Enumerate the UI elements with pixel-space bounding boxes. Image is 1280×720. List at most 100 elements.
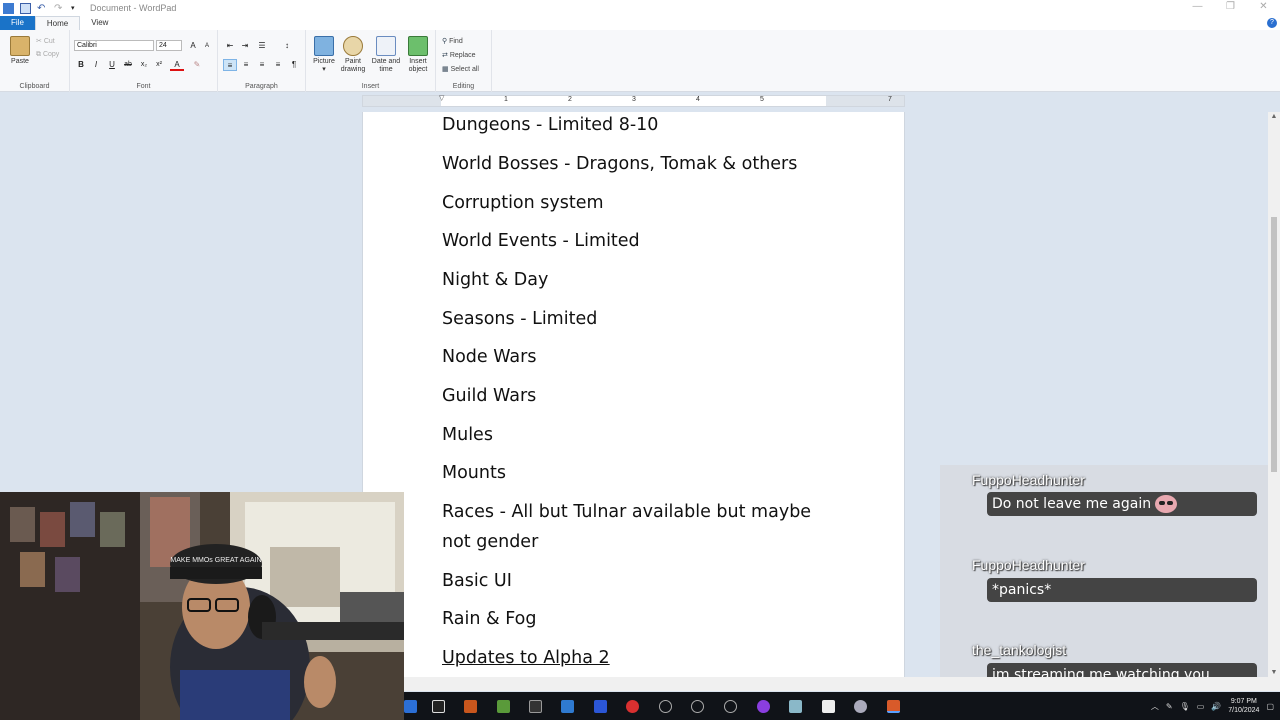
customize-toolbar-icon[interactable]: ▾ [71, 3, 82, 14]
redo-icon[interactable]: ↷ [54, 3, 65, 14]
justify-icon[interactable]: ≡ [271, 59, 285, 71]
blush-emote-icon [1155, 495, 1178, 513]
doc-line[interactable]: Corruption system [442, 193, 604, 213]
increase-indent-icon[interactable]: ⇥ [238, 40, 252, 52]
app-icon-discord[interactable] [659, 700, 672, 713]
tab-home[interactable]: Home [34, 16, 81, 30]
superscript-icon[interactable]: x² [152, 59, 166, 71]
doc-line[interactable]: Node Wars [442, 347, 536, 367]
ruler-number: 5 [760, 96, 764, 103]
ruler[interactable]: 1 2 3 4 5 7 ▽ [362, 95, 905, 107]
doc-line[interactable]: Rain & Fog [442, 609, 536, 629]
tray-pen-icon[interactable]: ✎ [1166, 702, 1173, 711]
text-color-icon[interactable]: A [170, 59, 184, 71]
tray-network-icon[interactable]: ▭ [1197, 702, 1205, 711]
app-icon-recorder[interactable] [626, 700, 639, 713]
save-icon[interactable] [20, 2, 31, 14]
underline-icon[interactable]: U [105, 59, 119, 71]
tray-volume-icon[interactable]: 🔊 [1211, 702, 1221, 711]
app-icon-mail[interactable] [561, 700, 574, 713]
help-icon[interactable]: ? [1267, 18, 1277, 28]
paste-button[interactable]: Paste [4, 36, 36, 66]
app-icon-twitch-obs[interactable] [757, 700, 770, 713]
app-icon-edge[interactable] [404, 700, 417, 713]
select-all-icon: ▦ [442, 66, 449, 73]
italic-icon[interactable]: I [89, 59, 103, 71]
app-icon-terminal[interactable] [432, 700, 445, 713]
doc-line[interactable]: World Events - Limited [442, 231, 640, 251]
subscript-icon[interactable]: x₂ [137, 59, 151, 71]
doc-line[interactable]: Races - All but Tulnar available but may… [442, 502, 811, 522]
close-button[interactable]: ✕ [1247, 0, 1280, 16]
doc-line[interactable]: Mounts [442, 463, 506, 483]
horizontal-scrollbar[interactable] [404, 677, 1280, 691]
indent-marker[interactable]: ▽ [439, 94, 444, 102]
insert-group: Picture ▾ Paint drawing Date and time Ins… [306, 30, 436, 92]
webcam-feed: MAKE MMOs GREAT AGAIN [0, 492, 404, 720]
align-left-icon[interactable]: ≡ [223, 59, 237, 71]
align-center-icon[interactable]: ≡ [239, 59, 253, 71]
doc-line[interactable]: Basic UI [442, 571, 512, 591]
find-button[interactable]: ⚲ Find [442, 37, 463, 45]
doc-line-heading[interactable]: Updates to Alpha 2 [442, 648, 610, 668]
scrollbar-thumb[interactable] [1271, 217, 1277, 472]
app-icon-launcher[interactable] [464, 700, 477, 713]
date-time-button[interactable]: Date and time [370, 36, 402, 74]
editing-group: ⚲ Find ⇄ Replace ▦ Select all Editing [436, 30, 492, 92]
doc-line[interactable]: Seasons - Limited [442, 309, 597, 329]
decrease-indent-icon[interactable]: ⇤ [223, 40, 237, 52]
app-icon-document[interactable] [822, 700, 835, 713]
tab-file[interactable]: File [0, 16, 35, 30]
bullet-list-icon[interactable]: ☰ [255, 40, 269, 52]
tray-mic-icon[interactable]: 🎙 [1180, 702, 1190, 711]
app-icon-calendar[interactable] [497, 700, 510, 713]
vertical-scrollbar[interactable]: ▲ ▼ [1268, 112, 1280, 677]
line-spacing-icon[interactable]: ↕ [280, 40, 294, 52]
shrink-font-icon[interactable]: A [200, 40, 214, 52]
doc-line[interactable]: Mules [442, 425, 493, 445]
ruler-left-margin [363, 96, 441, 106]
copy-button[interactable]: ⧉ Copy [36, 51, 59, 59]
picture-icon [314, 36, 334, 56]
insert-object-button[interactable]: Insert object [402, 36, 434, 74]
app-icon-arrow[interactable] [724, 700, 737, 713]
minimize-button[interactable]: — [1181, 0, 1214, 16]
doc-line[interactable]: World Bosses - Dragons, Tomak & others [442, 154, 797, 174]
undo-icon[interactable]: ↶ [37, 3, 48, 14]
clipboard-group: Paste ✂ Cut ⧉ Copy Clipboard [0, 30, 70, 92]
app-icon-wordpad-active[interactable] [887, 700, 900, 713]
app-icon-notes[interactable] [789, 700, 802, 713]
font-family-select[interactable]: Calibri [74, 40, 154, 51]
document-page[interactable]: Dungeons - Limited 8-10 World Bosses - D… [362, 112, 905, 677]
app-icon-epic-games[interactable] [529, 700, 542, 713]
replace-button[interactable]: ⇄ Replace [442, 51, 476, 59]
cut-button[interactable]: ✂ Cut [36, 37, 55, 45]
doc-line[interactable]: Guild Wars [442, 386, 536, 406]
align-right-icon[interactable]: ≡ [255, 59, 269, 71]
maximize-button[interactable]: ❐ [1214, 0, 1247, 16]
picture-button[interactable]: Picture ▾ [308, 36, 340, 74]
grow-font-icon[interactable]: A [186, 40, 200, 52]
taskbar-clock[interactable]: 9:07 PM 7/10/2024 [1228, 697, 1259, 715]
notifications-icon[interactable]: ▢ [1266, 702, 1274, 711]
cut-label: Cut [43, 38, 55, 45]
tab-view[interactable]: View [80, 16, 119, 30]
bold-icon[interactable]: B [74, 59, 88, 71]
scroll-down-icon[interactable]: ▼ [1268, 669, 1280, 676]
paint-drawing-button[interactable]: Paint drawing [337, 36, 369, 74]
app-icon-paint[interactable] [854, 700, 867, 713]
chat-message-text: Do not leave me again [992, 496, 1152, 512]
select-all-button[interactable]: ▦ Select all [442, 65, 479, 73]
font-size-select[interactable]: 24 [156, 40, 182, 51]
doc-line[interactable]: not gender [442, 532, 538, 552]
scroll-up-icon[interactable]: ▲ [1268, 113, 1280, 120]
doc-line[interactable]: Dungeons - Limited 8-10 [442, 115, 658, 135]
font-group: Calibri 24 A A B I U ab x₂ x² A ✎ Font [70, 30, 218, 92]
highlight-icon[interactable]: ✎ [190, 59, 204, 71]
paragraph-settings-icon[interactable]: ¶ [287, 59, 301, 71]
strikethrough-icon[interactable]: ab [121, 59, 135, 71]
app-icon-settings[interactable] [691, 700, 704, 713]
tray-chevron-icon[interactable]: ︿ [1151, 701, 1159, 712]
doc-line[interactable]: Night & Day [442, 270, 548, 290]
app-icon-malwarebytes[interactable] [594, 700, 607, 713]
